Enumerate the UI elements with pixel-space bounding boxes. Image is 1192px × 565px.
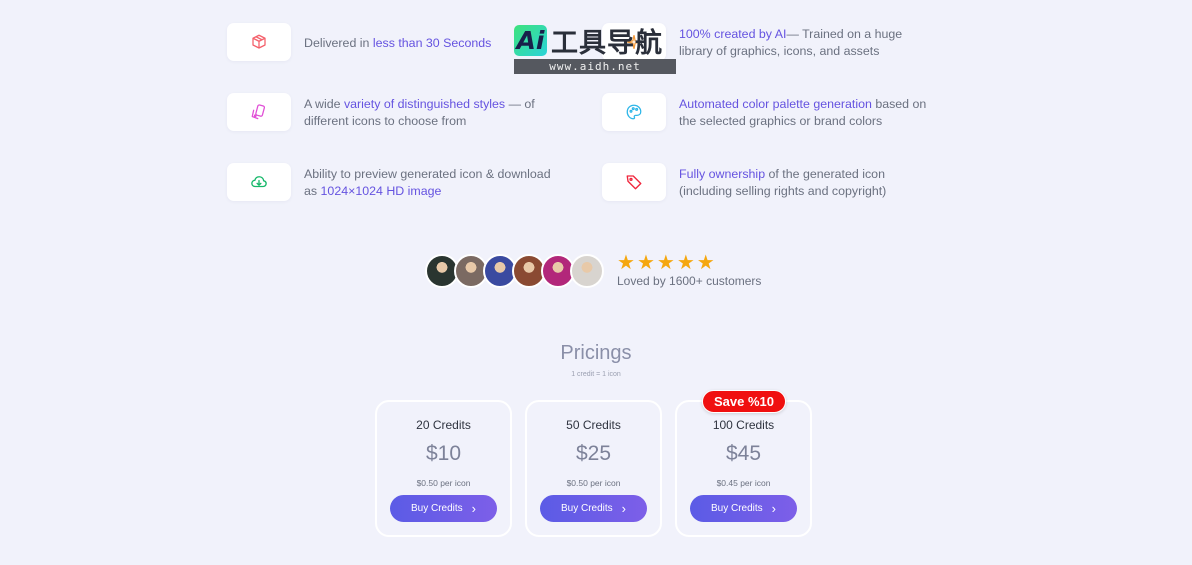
pricing-card-20: 20 Credits $10 $0.50 per icon Buy Credit… (375, 400, 512, 537)
watermark-name: 工具导航 (551, 27, 663, 58)
plan-price: $25 (575, 442, 612, 465)
watermark-url: www.aidh.net (514, 59, 676, 74)
feature-delivery-speed: Delivered in less than 30 Seconds (227, 23, 557, 63)
star-icon: ★ (696, 250, 715, 274)
feature-text: Fully ownership of the generated icon (i… (679, 166, 939, 200)
rating-stars: ★ ★ ★ ★ ★ (617, 252, 715, 272)
feature-text: A wide variety of distinguished styles —… (304, 96, 564, 130)
shapes-icon (251, 104, 266, 120)
feature-icon-box (602, 93, 666, 131)
star-icon: ★ (656, 250, 675, 274)
customer-avatars (425, 254, 605, 288)
plan-credits: 100 Credits (712, 418, 775, 432)
avatar (570, 254, 604, 288)
plan-price: $45 (725, 442, 762, 465)
buy-credits-label: Buy Credits (560, 503, 613, 514)
chevron-right-icon: › (621, 500, 627, 516)
buy-credits-label: Buy Credits (710, 503, 763, 514)
watermark-ai-badge: Ai (514, 24, 547, 56)
buy-credits-button[interactable]: Buy Credits › (540, 495, 647, 522)
feature-icon-box (227, 93, 291, 131)
chevron-right-icon: › (771, 500, 777, 516)
pricing-card-50: 50 Credits $25 $0.50 per icon Buy Credit… (525, 400, 662, 537)
feature-text-highlight: less than 30 Seconds (372, 36, 492, 50)
box-icon (252, 34, 266, 49)
feature-text: 100% created by AI— Trained on a huge li… (679, 26, 939, 60)
feature-text-highlight: variety of distinguished styles (343, 97, 506, 111)
tag-icon (626, 175, 642, 190)
feature-ownership: Fully ownership of the generated icon (i… (602, 163, 932, 203)
save-badge: Save %10 (702, 390, 786, 413)
feature-styles-variety: A wide variety of distinguished styles —… (227, 93, 557, 133)
pricing-card-100: 100 Credits $45 $0.45 per icon Buy Credi… (675, 400, 812, 537)
buy-credits-button[interactable]: Buy Credits › (690, 495, 797, 522)
pricing-subtitle: 1 credit = 1 icon (571, 371, 621, 378)
feature-text-highlight: 100% created by AI (679, 27, 787, 41)
plan-per-icon: $0.45 per icon (716, 478, 771, 488)
chevron-right-icon: › (471, 500, 477, 516)
feature-text: Automated color palette generation based… (679, 96, 939, 130)
buy-credits-label: Buy Credits (410, 503, 463, 514)
feature-text-highlight: 1024×1024 HD image (320, 184, 442, 198)
plan-credits: 50 Credits (566, 418, 621, 432)
star-icon: ★ (636, 250, 655, 274)
plan-per-icon: $0.50 per icon (416, 478, 471, 488)
feature-hd-download: Ability to preview generated icon & down… (227, 163, 557, 203)
pricing-title: Pricings (560, 342, 632, 364)
star-icon: ★ (676, 250, 695, 274)
plan-credits: 20 Credits (416, 418, 471, 432)
palette-icon (626, 104, 642, 120)
feature-text-highlight: Fully ownership (679, 167, 766, 181)
feature-color-palette: Automated color palette generation based… (602, 93, 932, 133)
feature-icon-box (602, 163, 666, 201)
plan-price: $10 (425, 442, 462, 465)
feature-text-highlight: Automated color palette generation (679, 97, 872, 111)
star-icon: ★ (617, 250, 635, 274)
feature-icon-box (227, 163, 291, 201)
plan-per-icon: $0.50 per icon (566, 478, 621, 488)
customers-count-text: Loved by 1600+ customers (617, 274, 762, 288)
watermark-logo: Ai 工具导航 (514, 22, 663, 58)
feature-text-pre: Delivered in (304, 36, 373, 50)
feature-icon-box (227, 23, 291, 61)
cloud-download-icon (251, 176, 267, 188)
feature-text-pre: A wide (304, 97, 344, 111)
site-watermark: Ai 工具导航 www.aidh.net (514, 22, 676, 74)
buy-credits-button[interactable]: Buy Credits › (390, 495, 497, 522)
feature-text: Ability to preview generated icon & down… (304, 166, 564, 200)
